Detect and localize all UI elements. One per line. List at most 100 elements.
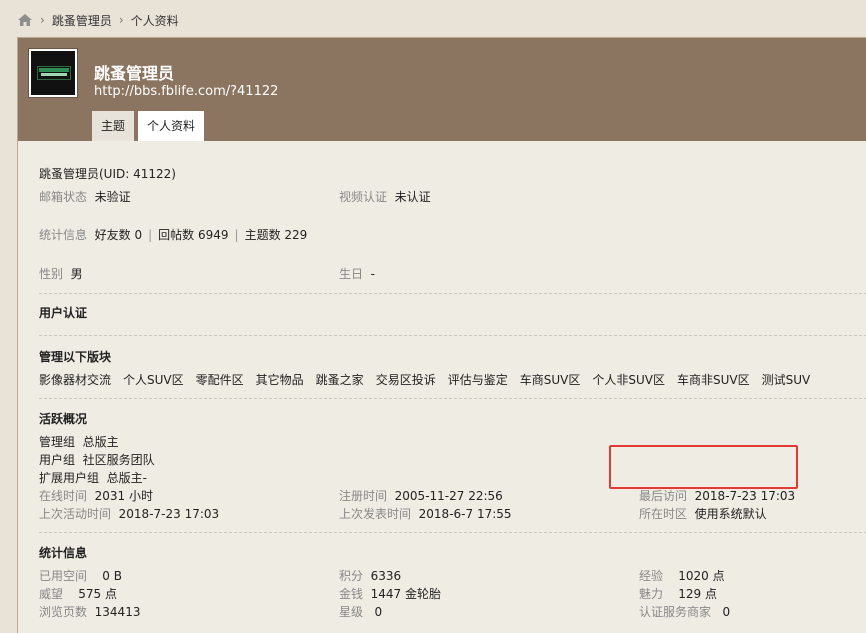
exp-label: 经验 xyxy=(639,569,664,583)
board-link[interactable]: 交易区投诉 xyxy=(376,373,436,387)
views-value: 134413 xyxy=(94,605,141,619)
board-link[interactable]: 其它物品 xyxy=(256,373,304,387)
points: 积分 6336 xyxy=(339,567,401,584)
merchant: 认证服务商家 0 xyxy=(639,603,730,620)
used-space: 已用空间 0 B xyxy=(39,567,122,584)
breadcrumb: › 跳蚤管理员 › 个人资料 xyxy=(17,11,179,29)
board-link[interactable]: 车商SUV区 xyxy=(520,373,581,387)
stats-label: 统计信息 xyxy=(39,228,88,242)
video-status: 视频认证 未认证 xyxy=(339,188,431,205)
gender-value: 男 xyxy=(70,267,83,281)
board-link[interactable]: 跳蚤之家 xyxy=(316,373,364,387)
profile-header: 跳蚤管理员 http://bbs.fblife.com/?41122 主题 个人… xyxy=(18,38,866,141)
last-post: 上次发表时间 2018-6-7 17:55 xyxy=(339,505,512,522)
board-link[interactable]: 测试SUV xyxy=(762,373,811,387)
prestige: 威望 575 点 xyxy=(39,585,117,602)
avatar-logo xyxy=(37,66,71,80)
admin-group-label: 管理组 xyxy=(39,435,76,449)
star-level: 星级 0 xyxy=(339,603,382,620)
home-icon[interactable] xyxy=(17,13,33,27)
section-title-verify: 用户认证 xyxy=(39,306,88,320)
video-value: 未认证 xyxy=(394,190,431,204)
email-value: 未验证 xyxy=(94,190,131,204)
last-post-label: 上次发表时间 xyxy=(339,507,412,521)
profile-title: 跳蚤管理员(UID: 41122) xyxy=(39,167,176,181)
user-group-label: 用户组 xyxy=(39,453,76,467)
user-group: 用户组 社区服务团队 xyxy=(39,451,155,468)
points-label: 积分 xyxy=(339,569,364,583)
section-title-boards: 管理以下版块 xyxy=(39,350,112,364)
money-value: 1447 金轮胎 xyxy=(370,587,442,601)
tab-profile[interactable]: 个人资料 xyxy=(138,111,205,141)
email-status: 邮箱状态 未验证 xyxy=(39,188,131,205)
online-value: 2031 小时 xyxy=(94,489,154,503)
profile-username: 跳蚤管理员 xyxy=(94,64,175,83)
board-link[interactable]: 评估与鉴定 xyxy=(448,373,508,387)
merchant-label: 认证服务商家 xyxy=(639,605,712,619)
topics-count[interactable]: 主题数 229 xyxy=(245,228,308,242)
section-title-stats: 统计信息 xyxy=(39,546,88,560)
prestige-value: 575 点 xyxy=(78,587,118,601)
profile-tabs: 主题 个人资料 xyxy=(92,111,208,141)
board-link[interactable]: 零配件区 xyxy=(196,373,244,387)
last-active: 上次活动时间 2018-7-23 17:03 xyxy=(39,505,219,522)
highlight-box xyxy=(609,445,798,489)
profile-panel: 跳蚤管理员 http://bbs.fblife.com/?41122 主题 个人… xyxy=(17,37,866,633)
points-value: 6336 xyxy=(370,569,402,583)
online-label: 在线时间 xyxy=(39,489,88,503)
divider xyxy=(39,335,866,336)
birthday-value: - xyxy=(370,267,375,281)
charm-value: 129 点 xyxy=(678,587,718,601)
ext-group: 扩展用户组 总版主- xyxy=(39,469,147,486)
tab-topics[interactable]: 主题 xyxy=(92,111,135,141)
last-active-value: 2018-7-23 17:03 xyxy=(118,507,220,521)
separator: | xyxy=(148,228,153,242)
page-views: 浏览页数 134413 xyxy=(39,603,140,620)
stars-label: 星级 xyxy=(339,605,364,619)
chevron-right-icon: › xyxy=(40,13,45,27)
timezone: 所在时区 使用系统默认 xyxy=(639,505,767,522)
online-time: 在线时间 2031 小时 xyxy=(39,487,153,504)
last-visit: 最后访问 2018-7-23 17:03 xyxy=(639,487,795,504)
board-link[interactable]: 车商非SUV区 xyxy=(677,373,750,387)
last-visit-value: 2018-7-23 17:03 xyxy=(694,489,796,503)
board-list: 影像器材交流 个人SUV区 零配件区 其它物品 跳蚤之家 交易区投诉 评估与鉴定 车商SUV区… xyxy=(39,371,822,388)
section-title-activity: 活跃概况 xyxy=(39,412,88,426)
avatar[interactable] xyxy=(29,49,77,97)
friends-count[interactable]: 好友数 0 xyxy=(95,228,142,242)
stars-value: 0 xyxy=(374,605,383,619)
space-label: 已用空间 xyxy=(39,569,88,583)
birthday: 生日 - xyxy=(339,265,375,282)
board-link[interactable]: 个人SUV区 xyxy=(123,373,184,387)
space-value: 0 B xyxy=(102,569,122,583)
money: 金钱 1447 金轮胎 xyxy=(339,585,441,602)
birthday-label: 生日 xyxy=(339,267,364,281)
admin-group: 管理组 总版主 xyxy=(39,433,119,450)
board-link[interactable]: 个人非SUV区 xyxy=(592,373,665,387)
profile-url[interactable]: http://bbs.fblife.com/?41122 xyxy=(94,84,278,99)
breadcrumb-current: 个人资料 xyxy=(130,13,179,28)
ext-group-label: 扩展用户组 xyxy=(39,471,100,485)
exp-value: 1020 点 xyxy=(678,569,725,583)
last-visit-label: 最后访问 xyxy=(639,489,688,503)
board-link[interactable]: 影像器材交流 xyxy=(39,373,111,387)
email-label: 邮箱状态 xyxy=(39,190,88,204)
divider xyxy=(39,293,866,294)
register-time: 注册时间 2005-11-27 22:56 xyxy=(339,487,503,504)
timezone-value: 使用系统默认 xyxy=(694,507,767,521)
user-group-value[interactable]: 社区服务团队 xyxy=(83,453,155,467)
charm: 魅力 129 点 xyxy=(639,585,717,602)
register-value: 2005-11-27 22:56 xyxy=(394,489,503,503)
divider xyxy=(39,398,866,399)
admin-group-value[interactable]: 总版主 xyxy=(83,435,119,449)
stats-line: 统计信息 好友数 0 | 回帖数 6949 | 主题数 229 xyxy=(39,226,307,243)
replies-count[interactable]: 回帖数 6949 xyxy=(158,228,228,242)
prestige-label: 威望 xyxy=(39,587,64,601)
breadcrumb-link[interactable]: 跳蚤管理员 xyxy=(52,12,112,29)
ext-group-value: 总版主- xyxy=(106,471,147,485)
views-label: 浏览页数 xyxy=(39,605,88,619)
gender: 性别 男 xyxy=(39,265,83,282)
charm-label: 魅力 xyxy=(639,587,664,601)
last-active-label: 上次活动时间 xyxy=(39,507,112,521)
timezone-label: 所在时区 xyxy=(639,507,688,521)
